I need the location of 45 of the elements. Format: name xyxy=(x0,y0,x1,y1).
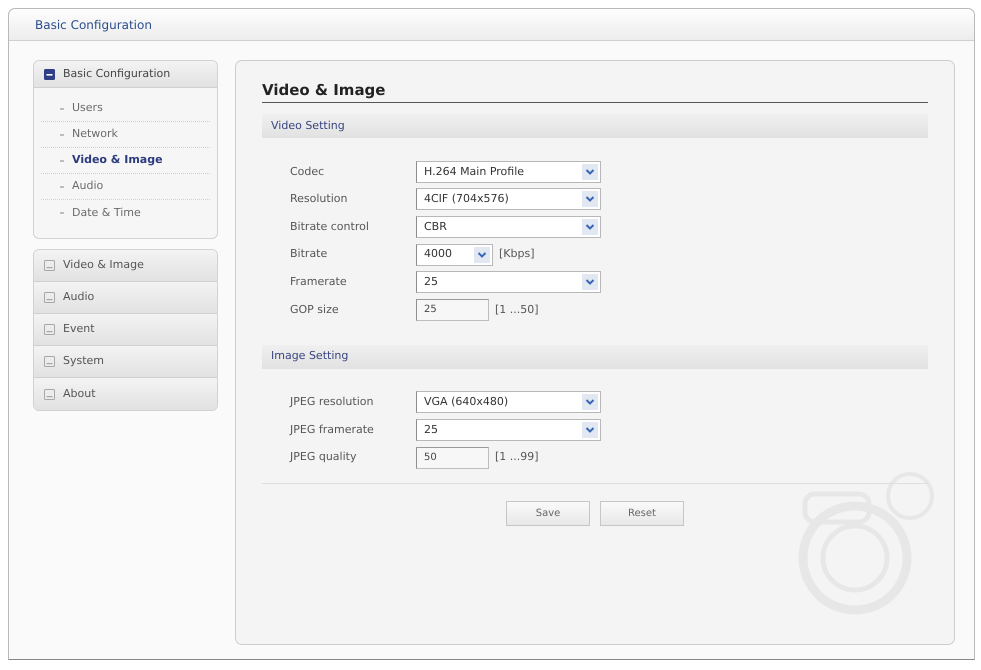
dropdown[interactable]: H.264 Main Profile xyxy=(416,160,601,183)
field-label: JPEG quality xyxy=(290,449,358,466)
field-label: Codec xyxy=(290,164,326,180)
chevron-down-icon xyxy=(582,394,598,410)
page-heading: Video & Image xyxy=(262,80,928,103)
input-field[interactable]: 50 xyxy=(416,446,489,469)
sidebar-link[interactable]: Video & Image xyxy=(41,148,210,174)
dropdown[interactable]: CBR xyxy=(416,216,601,238)
dropdown[interactable]: 25 xyxy=(416,418,601,441)
window-title: Basic Configuration xyxy=(35,16,152,32)
chevron-down-icon xyxy=(582,422,598,438)
field-label: GOP size xyxy=(290,302,340,318)
field-label: JPEG framerate xyxy=(290,422,375,438)
input-field[interactable]: 25 xyxy=(416,298,489,321)
chevron-down-icon xyxy=(474,246,490,263)
chevron-down-icon xyxy=(582,274,598,290)
field-label: Framerate xyxy=(290,274,348,290)
unit-label: [Kbps] xyxy=(499,246,534,262)
field-label: JPEG resolution xyxy=(290,394,374,410)
sidebar-group[interactable]: Event xyxy=(34,314,217,346)
dropdown[interactable]: 4CIF (704x576) xyxy=(416,188,601,210)
sidebar-link[interactable]: Network xyxy=(41,122,210,148)
chevron-down-icon xyxy=(582,218,598,235)
sidebar-group[interactable]: About xyxy=(34,378,217,410)
unit-label: [1 ...99] xyxy=(495,449,539,466)
sidebar-group[interactable]: System xyxy=(34,346,217,378)
chevron-down-icon xyxy=(582,191,598,208)
sidebar-link[interactable]: Users xyxy=(41,96,210,122)
sidebar-group[interactable]: Basic Configuration xyxy=(34,61,217,88)
dropdown[interactable]: VGA (640x480) xyxy=(416,391,601,414)
form-button[interactable]: Save xyxy=(506,501,590,526)
form-button[interactable]: Reset xyxy=(600,501,684,526)
section-header: Video Setting xyxy=(262,114,928,138)
sidebar-link[interactable]: Audio xyxy=(41,174,210,200)
field-label: Bitrate xyxy=(290,246,328,262)
sidebar-group[interactable]: Audio xyxy=(34,282,217,314)
dropdown[interactable]: 4000 xyxy=(416,244,493,266)
section-header: Image Setting xyxy=(262,344,928,369)
field-label: Bitrate control xyxy=(290,218,370,235)
sidebar-group[interactable]: Video & Image xyxy=(34,250,217,282)
dropdown[interactable]: 25 xyxy=(416,271,601,294)
sidebar-link[interactable]: Date & Time xyxy=(41,200,210,226)
unit-label: [1 ...50] xyxy=(495,302,539,318)
field-label: Resolution xyxy=(290,191,348,208)
chevron-down-icon xyxy=(582,164,598,180)
